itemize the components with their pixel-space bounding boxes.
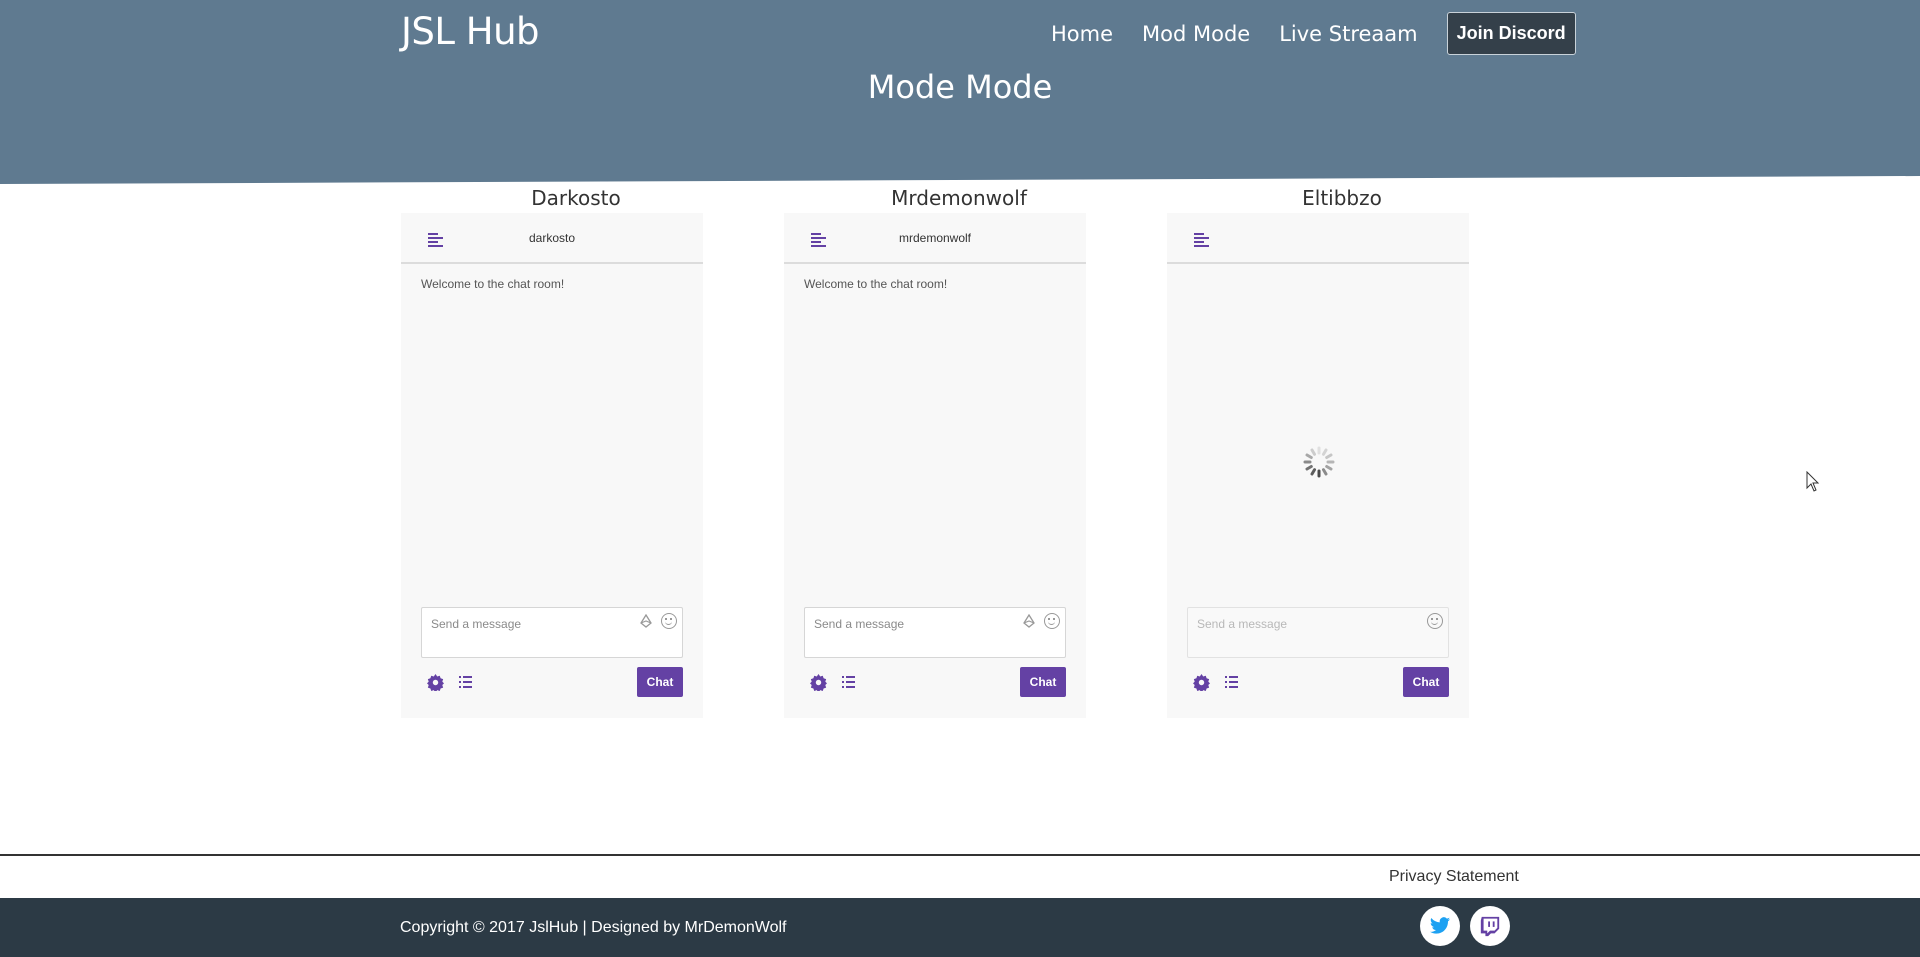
join-discord-button[interactable]: Join Discord	[1446, 12, 1576, 55]
bits-icon[interactable]	[1022, 614, 1036, 628]
chat-header	[1167, 213, 1469, 264]
message-input[interactable]	[814, 615, 1004, 633]
channel-name: mrdemonwolf	[898, 231, 972, 245]
message-box	[421, 607, 683, 658]
mouse-cursor-icon	[1806, 471, 1820, 492]
emoji-icon[interactable]	[1044, 613, 1060, 629]
nav-mod-mode-link[interactable]: Mod Mode	[1142, 22, 1250, 46]
gear-icon[interactable]	[1193, 674, 1210, 691]
chat-header: mrdemonwolf	[784, 213, 1086, 264]
welcome-message: Welcome to the chat room!	[804, 277, 948, 291]
panel-title-eltibbzo: Eltibbzo	[1302, 186, 1382, 210]
message-box	[1187, 607, 1449, 658]
chat-header: darkosto	[401, 213, 703, 264]
privacy-statement-link[interactable]: Privacy Statement	[1389, 868, 1519, 886]
chat-button[interactable]: Chat	[1403, 667, 1449, 697]
chat-button[interactable]: Chat	[1020, 667, 1066, 697]
panel-title-darkosto: Darkosto	[531, 186, 621, 210]
list-icon[interactable]	[842, 676, 855, 688]
chat-embed-eltibbzo: Chat	[1167, 213, 1469, 718]
loading-spinner-icon	[1303, 446, 1335, 478]
chat-embed-darkosto: darkosto Welcome to the chat room! Chat	[401, 213, 703, 718]
chat-button[interactable]: Chat	[637, 667, 683, 697]
menu-icon[interactable]	[1194, 233, 1209, 247]
gear-icon[interactable]	[810, 674, 827, 691]
main-nav: Home Mod Mode Live Streaam Join Discord	[1051, 12, 1576, 55]
chat-embed-mrdemonwolf: mrdemonwolf Welcome to the chat room! Ch…	[784, 213, 1086, 718]
channel-name: darkosto	[528, 231, 576, 245]
twitch-icon[interactable]	[1470, 906, 1510, 946]
message-box	[804, 607, 1066, 658]
list-icon[interactable]	[459, 676, 472, 688]
panel-title-mrdemonwolf: Mrdemonwolf	[891, 186, 1027, 210]
nav-home-link[interactable]: Home	[1051, 22, 1113, 46]
page-title: Mode Mode	[867, 68, 1053, 106]
message-input[interactable]	[431, 615, 621, 633]
footer-divider	[0, 854, 1920, 856]
site-footer: Copyright © 2017 JslHub | Designed by Mr…	[0, 898, 1920, 957]
message-input[interactable]	[1197, 615, 1387, 633]
nav-live-stream-link[interactable]: Live Streaam	[1279, 22, 1417, 46]
bits-icon[interactable]	[639, 614, 653, 628]
emoji-icon[interactable]	[1427, 613, 1443, 629]
twitter-icon[interactable]	[1420, 906, 1460, 946]
list-icon[interactable]	[1225, 676, 1238, 688]
welcome-message: Welcome to the chat room!	[421, 277, 565, 291]
copyright-text: Copyright © 2017 JslHub | Designed by Mr…	[400, 919, 787, 936]
emoji-icon[interactable]	[661, 613, 677, 629]
gear-icon[interactable]	[427, 674, 444, 691]
brand-logo[interactable]: JSL Hub	[401, 10, 540, 53]
